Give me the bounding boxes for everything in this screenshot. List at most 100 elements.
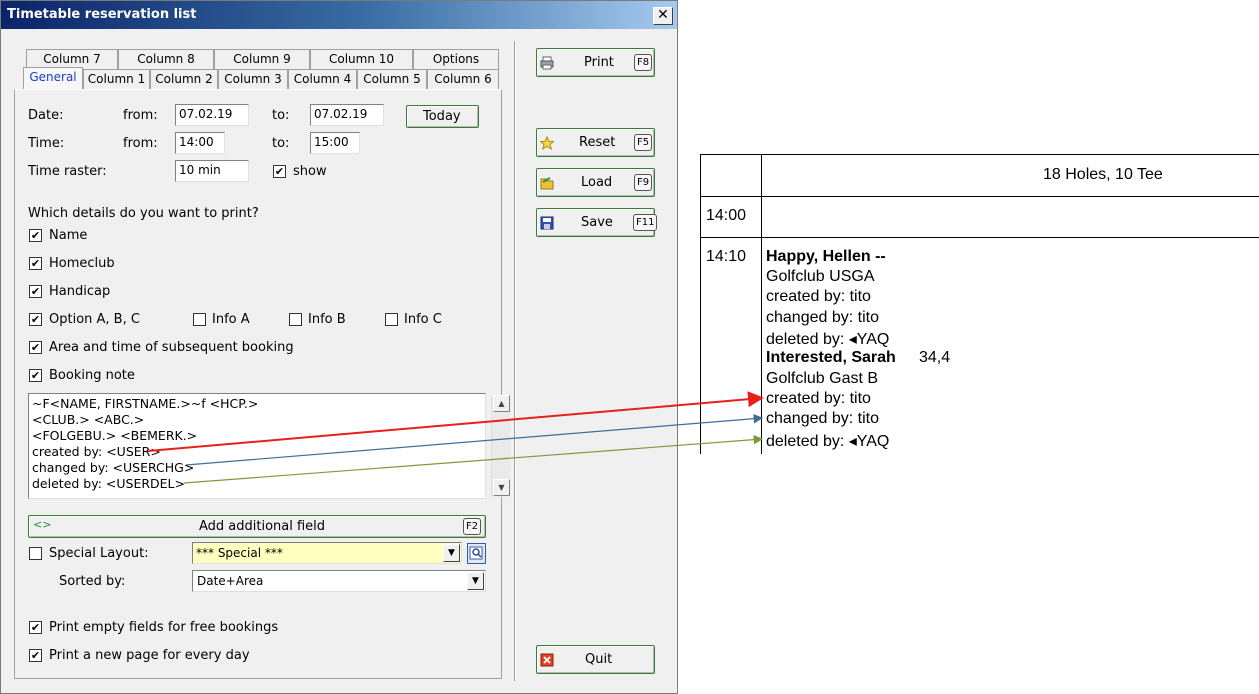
tab-options[interactable]: Options <box>413 49 499 69</box>
empty-fields-checkbox[interactable]: ✔ <box>29 621 42 634</box>
tab-column-7[interactable]: Column 7 <box>26 49 118 69</box>
chevron-down-icon[interactable]: ▼ <box>467 572 484 590</box>
booking-deleted: deleted by: ◂YAQ <box>766 331 890 348</box>
add-field-label: Add additional field <box>199 519 326 534</box>
load-button[interactable]: Load F9 <box>536 168 655 197</box>
print-button[interactable]: Print F8 <box>536 48 655 77</box>
add-field-key: F2 <box>463 518 482 535</box>
info-c-checkbox[interactable] <box>385 313 398 326</box>
info-a-checkbox[interactable] <box>193 313 206 326</box>
close-icon <box>540 653 554 667</box>
tab-column-9[interactable]: Column 9 <box>214 49 310 69</box>
print-template-textarea[interactable]: ~F<NAME, FIRSTNAME.>~f <HCP.> <CLUB.> <A… <box>28 393 510 499</box>
subsequent-booking-checkbox[interactable]: ✔ <box>29 341 42 354</box>
booking-note-checkbox[interactable]: ✔ <box>29 369 42 382</box>
special-layout-select[interactable]: *** Special *** ▼ <box>192 542 462 564</box>
reservation-list-dialog: Timetable reservation list ✕ Column 7 Co… <box>0 0 678 694</box>
printer-icon <box>540 56 554 70</box>
close-button[interactable]: ✕ <box>653 7 673 25</box>
tab-column-3[interactable]: Column 3 <box>218 69 288 89</box>
add-field-button[interactable]: <> Add additional field F2 <box>28 515 486 538</box>
booking-note-label: Booking note <box>49 368 135 383</box>
homeclub-checkbox[interactable]: ✔ <box>29 257 42 270</box>
template-line: deleted by: <USERDEL> <box>32 476 185 491</box>
booking-name: Happy, Hellen -- <box>766 248 886 265</box>
folder-open-icon <box>540 177 554 190</box>
panel-separator <box>514 41 516 681</box>
textarea-scrollbar[interactable]: ▲ ▼ <box>491 395 510 497</box>
name-checkbox[interactable]: ✔ <box>29 229 42 242</box>
date-from-input[interactable]: 07.02.19 <box>175 104 249 126</box>
star-icon <box>540 136 554 150</box>
empty-fields-label: Print empty fields for free bookings <box>49 620 279 635</box>
sorted-by-select[interactable]: Date+Area ▼ <box>192 570 486 592</box>
time-from-input[interactable]: 14:00 <box>175 132 225 154</box>
time-to-input[interactable]: 15:00 <box>310 132 360 154</box>
today-button[interactable]: Today <box>406 105 479 128</box>
option-abc-checkbox[interactable]: ✔ <box>29 313 42 326</box>
details-question: Which details do you want to print? <box>28 206 259 221</box>
load-key: F9 <box>634 174 653 191</box>
subsequent-booking-label: Area and time of subsequent booking <box>49 340 294 355</box>
chevron-down-icon[interactable]: ▼ <box>443 544 460 562</box>
tab-column-1[interactable]: Column 1 <box>83 69 150 89</box>
print-key: F8 <box>634 54 653 71</box>
date-to-input[interactable]: 07.02.19 <box>310 104 384 126</box>
sorted-by-label: Sorted by: <box>59 574 126 589</box>
booking-deleted: deleted by: ◂YAQ <box>766 433 890 450</box>
time-raster-label: Time raster: <box>28 164 107 179</box>
handicap-checkbox[interactable]: ✔ <box>29 285 42 298</box>
show-raster-checkbox[interactable]: ✔ <box>273 165 286 178</box>
tab-column-4[interactable]: Column 4 <box>288 69 357 89</box>
window-title: Timetable reservation list <box>7 7 197 22</box>
save-button[interactable]: Save F11 <box>536 208 658 237</box>
homeclub-label: Homeclub <box>49 256 115 271</box>
template-line: ~F<NAME, FIRSTNAME.>~f <HCP.> <box>32 396 259 411</box>
info-c-label: Info C <box>404 312 442 327</box>
floppy-disk-icon <box>540 216 554 230</box>
layout-preview-button[interactable] <box>467 543 486 564</box>
time-raster-input[interactable]: 10 min <box>175 160 249 182</box>
booking-created: created by: tito <box>766 288 871 305</box>
print-label: Print <box>584 55 614 70</box>
booking-created: created by: tito <box>766 390 871 407</box>
reset-button[interactable]: Reset F5 <box>536 128 655 157</box>
info-b-label: Info B <box>308 312 346 327</box>
tab-column-6[interactable]: Column 6 <box>427 69 499 89</box>
load-label: Load <box>581 175 613 190</box>
booking-handicap: 34,4 <box>919 349 951 366</box>
tab-general[interactable]: General <box>23 67 83 89</box>
date-to-label: to: <box>272 108 290 123</box>
time-label: Time: <box>28 136 65 151</box>
time-to-label: to: <box>272 136 290 151</box>
reset-label: Reset <box>579 135 616 150</box>
title-bar: Timetable reservation list ✕ <box>1 1 677 29</box>
print-preview: 18 Holes, 10 Tee 14:00 14:10 Happy, Hell… <box>700 154 1259 454</box>
special-layout-label: Special Layout: <box>49 546 149 561</box>
tab-column-8[interactable]: Column 8 <box>118 49 214 69</box>
name-label: Name <box>49 228 88 243</box>
booking-changed: changed by: tito <box>766 410 879 427</box>
date-label: Date: <box>28 108 64 123</box>
tab-column-10[interactable]: Column 10 <box>310 49 413 69</box>
reset-key: F5 <box>634 134 653 151</box>
scroll-up-icon[interactable]: ▲ <box>493 395 510 412</box>
preview-header: 18 Holes, 10 Tee <box>1043 166 1163 183</box>
preview-time: 14:00 <box>706 207 747 224</box>
special-layout-checkbox[interactable] <box>29 547 42 560</box>
quit-label: Quit <box>585 652 613 667</box>
scroll-down-icon[interactable]: ▼ <box>493 479 510 496</box>
save-label: Save <box>581 215 613 230</box>
new-page-checkbox[interactable]: ✔ <box>29 649 42 662</box>
booking-club: Golfclub Gast B <box>766 370 879 387</box>
booking-club: Golfclub USGA <box>766 268 875 285</box>
quit-button[interactable]: Quit <box>536 645 655 674</box>
booking-changed: changed by: tito <box>766 309 879 326</box>
template-line: changed by: <USERCHG> <box>32 460 195 475</box>
tab-column-5[interactable]: Column 5 <box>357 69 427 89</box>
magnifier-icon <box>469 546 483 560</box>
template-line: <FOLGEBU.> <BEMERK.> <box>32 428 198 443</box>
info-b-checkbox[interactable] <box>289 313 302 326</box>
tab-column-2[interactable]: Column 2 <box>150 69 218 89</box>
time-from-label: from: <box>123 136 158 151</box>
